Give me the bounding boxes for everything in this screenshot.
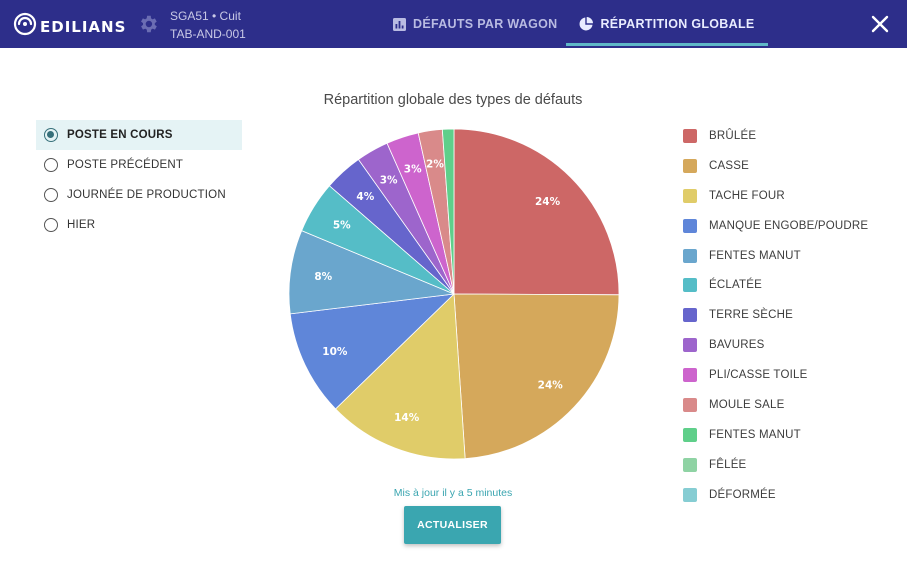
legend-label: FÊLÉE: [709, 458, 747, 471]
legend-swatch: [683, 248, 697, 263]
pie-slice-label: 2%: [426, 158, 444, 170]
legend-label: BAVURES: [709, 339, 765, 352]
pie-slice-label: 8%: [314, 271, 332, 283]
legend-item[interactable]: BAVURES: [683, 330, 868, 360]
pie-slice-label: 14%: [394, 412, 420, 424]
tab-label: RÉPARTITION GLOBALE: [600, 17, 755, 31]
top-bar: EDILIANS SGA51 • Cuit TAB-AND-001 DÉFAUT…: [0, 0, 907, 48]
pie-chart-icon: [579, 17, 594, 31]
legend-label: CASSE: [709, 159, 749, 172]
pie-slice-label: 4%: [356, 191, 374, 203]
legend-label: ÉCLATÉE: [709, 279, 762, 292]
logo: EDILIANS: [12, 11, 126, 37]
legend-item[interactable]: PLI/CASSE TOILE: [683, 360, 868, 390]
period-selector: POSTE EN COURS POSTE PRÉCÉDENT JOURNÉE D…: [36, 120, 242, 240]
radio-icon[interactable]: [44, 218, 58, 232]
legend-label: TERRE SÈCHE: [709, 309, 793, 322]
legend-swatch: [683, 427, 697, 442]
pie-slice[interactable]: [453, 293, 620, 460]
legend-swatch: [683, 158, 697, 173]
legend-item[interactable]: CASSE: [683, 151, 868, 181]
option-label: POSTE PRÉCÉDENT: [67, 159, 184, 171]
legend-label: PLI/CASSE TOILE: [709, 369, 808, 382]
station-info: SGA51 • Cuit TAB-AND-001: [170, 7, 246, 43]
bar-chart-icon: [393, 17, 406, 31]
pie-slice-label: 24%: [535, 196, 561, 208]
pie-chart: 24% 24% 14% 10% 8% 5% 4% 3% 3% 2%: [288, 128, 620, 460]
option-poste-precedent[interactable]: POSTE PRÉCÉDENT: [36, 150, 242, 180]
pie-slice-label: 3%: [404, 164, 422, 176]
legend-swatch: [683, 487, 697, 502]
pie-slice-label: 3%: [380, 174, 398, 186]
legend-label: DÉFORMÉE: [709, 488, 776, 501]
radio-selected-icon[interactable]: [44, 128, 58, 142]
pie-slice-label: 24%: [538, 379, 564, 391]
legend-item[interactable]: ÉCLATÉE: [683, 270, 868, 300]
radio-icon[interactable]: [44, 158, 58, 172]
legend-item[interactable]: DÉFORMÉE: [683, 480, 868, 510]
pie-slice-label: 5%: [333, 219, 351, 231]
legend-item[interactable]: TACHE FOUR: [683, 181, 868, 211]
legend-item[interactable]: TERRE SÈCHE: [683, 300, 868, 330]
pie-slice-label: 10%: [322, 346, 348, 358]
legend-swatch: [683, 457, 697, 472]
legend-swatch: [683, 218, 697, 233]
option-label: POSTE EN COURS: [67, 129, 173, 141]
tab-repartition-globale[interactable]: RÉPARTITION GLOBALE: [566, 0, 768, 48]
edilians-logo-icon: [13, 12, 37, 36]
legend-swatch: [683, 368, 697, 383]
legend-label: MANQUE ENGOBE/POUDRE: [709, 219, 869, 232]
pie-slice[interactable]: [453, 128, 620, 296]
legend-item[interactable]: FÊLÉE: [683, 450, 868, 480]
station-id: TAB-AND-001: [170, 27, 246, 41]
legend-swatch: [683, 278, 697, 293]
legend-label: FENTES MANUT: [709, 249, 801, 262]
option-poste-en-cours[interactable]: POSTE EN COURS: [36, 120, 242, 150]
active-tab-indicator: [566, 43, 768, 46]
legend-label: FENTES MANUT: [709, 428, 801, 441]
station-name: SGA51 • Cuit: [170, 9, 241, 23]
chart-title: Répartition globale des types de défauts: [323, 92, 583, 108]
tab-defauts-par-wagon[interactable]: DÉFAUTS PAR WAGON: [393, 0, 557, 48]
last-updated-text: Mis à jour il y a 5 minutes: [393, 487, 513, 499]
gear-icon[interactable]: [137, 13, 159, 35]
option-journee-de-production[interactable]: JOURNÉE DE PRODUCTION: [36, 180, 242, 210]
legend-swatch: [683, 397, 697, 412]
legend-item[interactable]: MANQUE ENGOBE/POUDRE: [683, 211, 868, 241]
chart-legend: BRÛLÉE CASSE TACHE FOUR MANQUE ENGOBE/POUDR…: [683, 121, 868, 510]
option-label: JOURNÉE DE PRODUCTION: [67, 189, 226, 201]
radio-icon[interactable]: [44, 188, 58, 202]
option-hier[interactable]: HIER: [36, 210, 242, 240]
legend-label: BRÛLÉE: [709, 129, 757, 142]
legend-swatch: [683, 338, 697, 353]
option-label: HIER: [67, 219, 96, 231]
logo-text: EDILIANS: [40, 18, 127, 36]
legend-item[interactable]: FENTES MANUT: [683, 241, 868, 271]
legend-item[interactable]: BRÛLÉE: [683, 121, 868, 151]
refresh-button[interactable]: ACTUALISER: [404, 506, 501, 544]
legend-item[interactable]: MOULE SALE: [683, 390, 868, 420]
tab-label: DÉFAUTS PAR WAGON: [413, 17, 558, 31]
legend-swatch: [683, 188, 697, 203]
legend-swatch: [683, 128, 697, 143]
legend-label: MOULE SALE: [709, 398, 785, 411]
legend-item[interactable]: FENTES MANUT: [683, 420, 868, 450]
legend-swatch: [683, 308, 697, 323]
legend-label: TACHE FOUR: [709, 189, 785, 202]
close-icon[interactable]: [870, 14, 890, 34]
